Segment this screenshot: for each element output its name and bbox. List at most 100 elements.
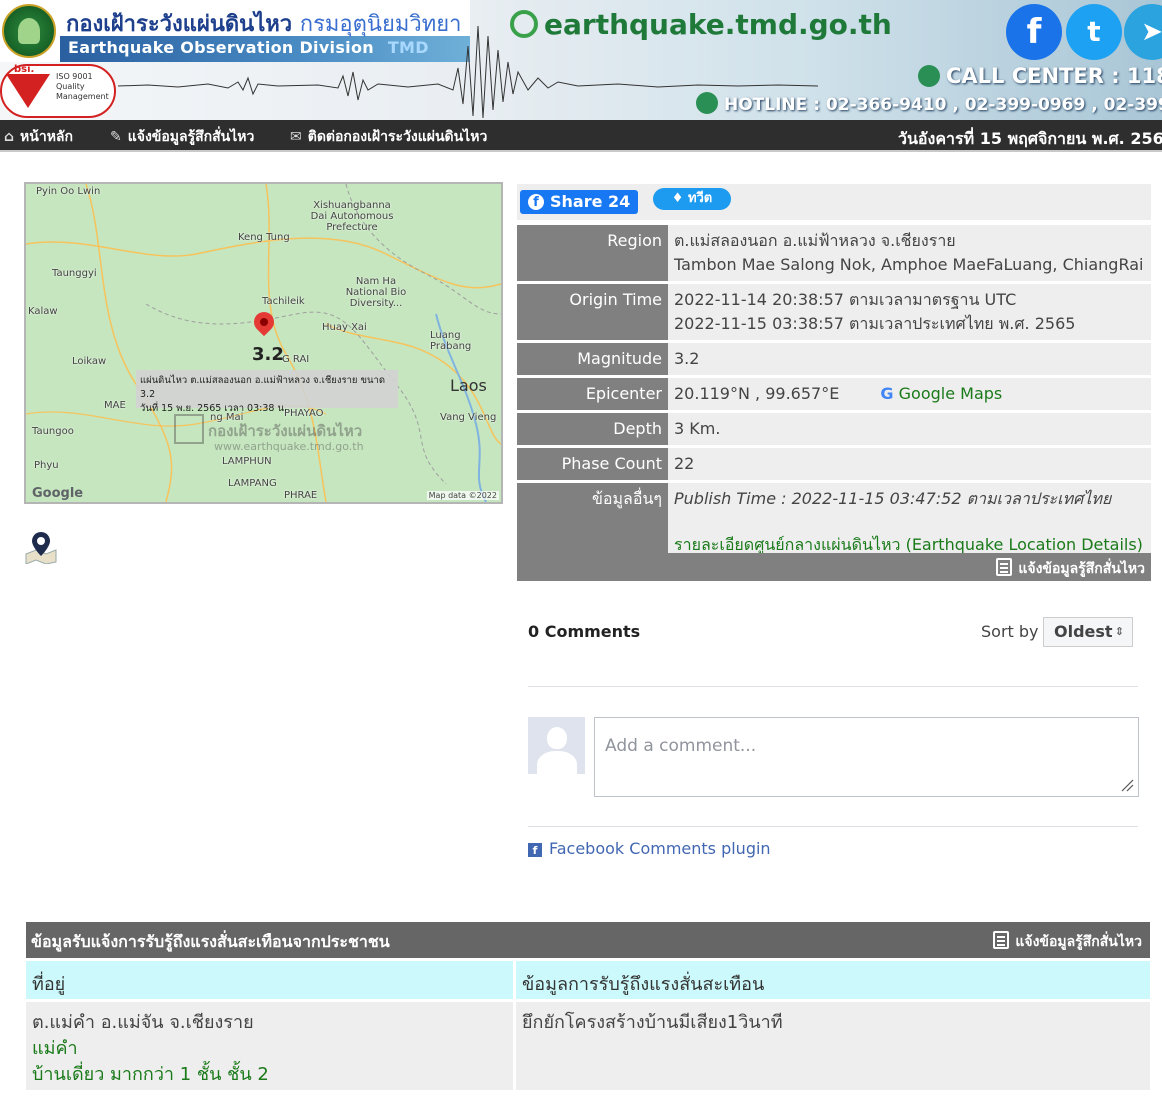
twitter-icon[interactable]: t [1066,4,1122,60]
epicenter-coords: 20.119°N , 99.657°E [674,384,840,403]
telegram-icon[interactable]: ➤ [1124,4,1162,60]
facebook-comments-plugin-link[interactable]: f Facebook Comments plugin [528,839,771,858]
map-label-pyin-oo-lwin: Pyin Oo Lwin [36,186,101,197]
column-header-info: ข้อมูลการรับรู้ถึงแรงสั่นสะเทือน [516,961,1150,999]
tweet-label: ทวีต [687,191,713,206]
detail-row-origin: Origin Time 2022-11-14 20:38:57 ตามเวลาม… [517,284,1151,340]
map-label-laos: Laos [450,376,487,395]
nav-report-label: แจ้งข้อมูลรู้สึกสั่นไหว [127,129,255,145]
map-watermark-url: www.earthquake.tmd.go.th [214,440,364,453]
comments-divider [528,826,1138,827]
bsi-triangle-icon [6,74,50,108]
resize-handle-icon[interactable] [1120,778,1134,792]
region-value: ต.แม่สลองนอก อ.แม่ฟ้าหลวง จ.เชียงราย Tam… [668,225,1151,281]
detail-row-region: Region ต.แม่สลองนอก อ.แม่ฟ้าหลวง จ.เชียง… [517,225,1151,281]
tweet-button[interactable]: ♦ ทวีต [653,188,731,210]
epicenter-map[interactable]: Pyin Oo Lwin Xishuangbanna Dai Autonomou… [24,182,503,504]
origin-time-utc: 2022-11-14 20:38:57 ตามเวลามาตรฐาน UTC [674,290,1017,309]
facebook-icon: f [528,194,544,210]
report-felt-label: แจ้งข้อมูลรู้สึกสั่นไหว [1018,561,1145,577]
iso-text: ISO 9001 Quality Management [56,72,109,101]
map-label-chiang-rai: G RAI [282,354,310,365]
call-center[interactable]: CALL CENTER : 118 [918,64,1162,88]
depth-label: Depth [517,413,668,445]
map-label-phyu: Phyu [34,460,59,471]
home-icon: ⌂ [4,129,15,145]
map-popup: แผ่นดินไหว ต.แม่สลองนอก อ.แม่ฟ้าหลวง จ.เ… [136,370,398,414]
avatar [528,717,585,774]
region-label: Region [517,225,668,281]
map-label-xishuangbanna: Xishuangbanna Dai Autonomous Prefecture [310,200,394,233]
map-label-taunggyi: Taunggyi [52,268,97,279]
bsi-text: bsi. [14,64,35,75]
header-banner: กองเฝ้าระวังแผ่นดินไหว กรมอุตุนิยมวิทยา … [0,0,1162,120]
phase-count-value: 22 [668,448,1151,480]
report-address: ต.แม่คำ อ.แม่จัน จ.เชียงราย [32,1012,254,1033]
comment-input[interactable] [594,717,1139,797]
map-label-taungoo: Taungoo [32,426,74,437]
other-info-value: Publish Time : 2022-11-15 03:47:52 ตามเว… [668,483,1151,561]
google-maps-link[interactable]: G Google Maps [880,384,1002,403]
nav-report[interactable]: ✎ แจ้งข้อมูลรู้สึกสั่นไหว [110,126,254,148]
facebook-share-button[interactable]: f Share 24 [520,190,638,214]
region-eng: Tambon Mae Salong Nok, Amphoe MaeFaLuang… [674,255,1144,274]
map-label-keng-tung: Keng Tung [238,232,290,243]
report-info: ยึกยักโครงสร้างบ้านมีเสียง1วินาที [522,1012,783,1033]
earthquake-detail-table: Region ต.แม่สลองนอก อ.แม่ฟ้าหลวง จ.เชียง… [517,222,1151,564]
seismo-box-icon [174,414,204,444]
mail-icon: ✉ [290,129,302,145]
nav-contact[interactable]: ✉ ติดต่อกองเฝ้าระวังแผ่นดินไหว [290,126,487,148]
public-report-label: แจ้งข้อมูลรู้สึกสั่นไหว [1015,934,1142,950]
nav-home-label: หน้าหลัก [20,129,73,145]
map-popup-line1: แผ่นดินไหว ต.แม่สลองนอก อ.แม่ฟ้าหลวง จ.เ… [140,375,386,400]
map-label-lampang: LAMPANG [228,478,277,489]
public-reports-title: ข้อมูลรับแจ้งการรับรู้ถึงแรงสั่นสะเทือนจ… [31,932,390,951]
hotline[interactable]: HOTLINE : 02-366-9410 , 02-399-0969 , 02… [696,92,1162,115]
map-label-lamphun: LAMPHUN [222,456,272,467]
map-watermark-text: กองเฝ้าระวังแผ่นดินไหว [208,422,363,440]
magnitude-label: Magnitude [517,343,668,375]
sort-select[interactable]: Oldest [1043,617,1133,647]
nav-home[interactable]: ⌂ หน้าหลัก [4,126,73,148]
map-label-loikaw: Loikaw [72,356,107,367]
detail-row-depth: Depth 3 Km. [517,413,1151,445]
epicenter-value: 20.119°N , 99.657°E G Google Maps [668,378,1151,410]
comments-divider [528,686,1138,687]
depth-value: 3 Km. [668,413,1151,445]
map-label-luang-prabang: Luang Prabang [430,330,472,352]
tmd-logo[interactable] [2,4,56,58]
public-reports-header: ข้อมูลรับแจ้งการรับรู้ถึงแรงสั่นสะเทือนจ… [26,922,1150,958]
public-report-button[interactable]: แจ้งข้อมูลรู้สึกสั่นไหว [993,931,1142,953]
report-felt-button[interactable]: แจ้งข้อมูลรู้สึกสั่นไหว [996,558,1145,580]
map-label-phrae: PHRAE [284,490,318,501]
map-label-tachileik: Tachileik [262,296,305,307]
facebook-share-label: Share 24 [550,192,631,211]
nav-contact-label: ติดต่อกองเฝ้าระวังแผ่นดินไหว [307,129,488,145]
map-label-kalaw: Kalaw [28,306,58,317]
report-icon: ✎ [110,129,122,145]
facebook-icon[interactable]: f [1006,4,1062,60]
report-place: แม่คำ [32,1038,78,1059]
detail-row-other: ข้อมูลอื่นๆ Publish Time : 2022-11-15 03… [517,483,1151,561]
map-magnitude-label: 3.2 [252,344,284,365]
map-attribution: Map data ©2022 [426,491,499,500]
google-logo: Google [32,486,84,501]
sort-select-value: Oldest [1054,622,1113,641]
table-row-info: ยึกยักโครงสร้างบ้านมีเสียง1วินาที [516,1002,1150,1090]
publish-time: Publish Time : 2022-11-15 03:47:52 ตามเว… [674,489,1112,508]
hotline-text: HOTLINE : 02-366-9410 , 02-399-0969 , 02… [724,95,1162,115]
report-icon [996,558,1013,576]
table-row-address: ต.แม่คำ อ.แม่จัน จ.เชียงราย แม่คำ บ้านเด… [26,1002,513,1090]
call-center-text: CALL CENTER : 118 [946,64,1162,88]
origin-time-local: 2022-11-15 03:38:57 ตามเวลาประเทศไทย พ.ศ… [674,314,1076,333]
other-info-label: ข้อมูลอื่นๆ [517,483,668,561]
detail-row-epicenter: Epicenter 20.119°N , 99.657°E G Google M… [517,378,1151,410]
report-icon [993,931,1010,949]
map-pin-icon[interactable] [24,530,58,564]
sort-by-label: Sort by [981,622,1039,641]
phone-icon [918,65,940,87]
detail-row-phase: Phase Count 22 [517,448,1151,480]
google-maps-label: Google Maps [898,384,1003,403]
bsi-iso-badge: bsi. ISO 9001 Quality Management [0,64,116,118]
report-bar: แจ้งข้อมูลรู้สึกสั่นไหว [517,553,1151,581]
